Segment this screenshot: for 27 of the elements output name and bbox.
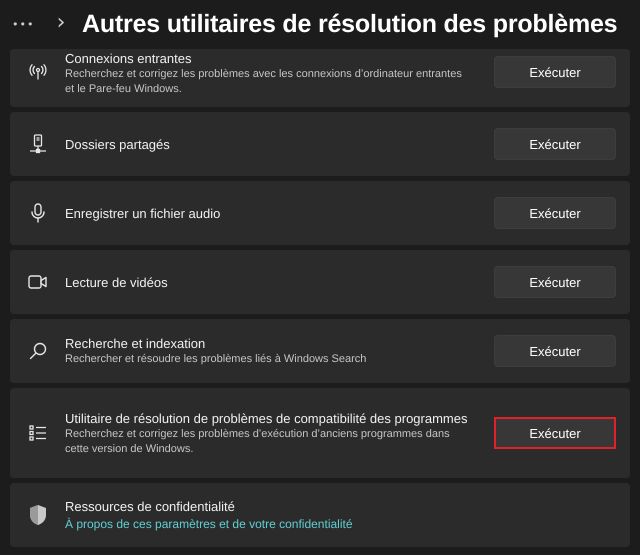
run-button[interactable]: Exécuter (494, 128, 616, 160)
run-button[interactable]: Exécuter (494, 417, 616, 449)
antenna-icon (28, 64, 46, 80)
troubleshooter-description: Rechercher et résoudre les problèmes liés à Windows Search (65, 352, 368, 367)
troubleshooter-title: Utilitaire de résolution de problèmes de compatibilité des programmes (65, 410, 468, 426)
troubleshooter-title: Connexions entrantes (65, 50, 192, 67)
video-camera-icon (28, 274, 48, 290)
privacy-link[interactable]: À propos de ces paramètres et de votre confidentialité (65, 516, 352, 530)
more-button[interactable]: ••• (12, 18, 48, 30)
troubleshooter-description: Recherchez et corrigez les problèmes d’exécution d’anciens programmes dans cette version de Windows. (65, 426, 451, 456)
run-button[interactable]: Exécuter (494, 197, 616, 229)
troubleshooter-title: Ressources de confidentialité (65, 498, 236, 514)
troubleshooter-title: Enregistrer un fichier audio (65, 204, 222, 222)
shield-icon (28, 504, 48, 526)
run-button[interactable]: Exécuter (494, 335, 616, 367)
troubleshooter-title: Dossiers partagés (65, 136, 171, 152)
troubleshooter-title: Lecture de vidéos (65, 274, 169, 290)
list-icon (28, 425, 46, 441)
breadcrumb-chevron: › (56, 10, 66, 34)
search-icon (28, 342, 46, 360)
page-title: Autres utilitaires de résolution des problèmes (82, 10, 618, 38)
run-button[interactable]: Exécuter (494, 56, 616, 88)
troubleshooter-description: Recherchez et corrigez les problèmes avec les connexions d’ordinateur entrantes et le Pare-feu Windows. (65, 67, 463, 97)
troubleshooter-title: Recherche et indexation (65, 335, 206, 352)
network-computer-icon (28, 134, 46, 154)
run-button[interactable]: Exécuter (494, 266, 616, 298)
microphone-icon (30, 203, 44, 223)
